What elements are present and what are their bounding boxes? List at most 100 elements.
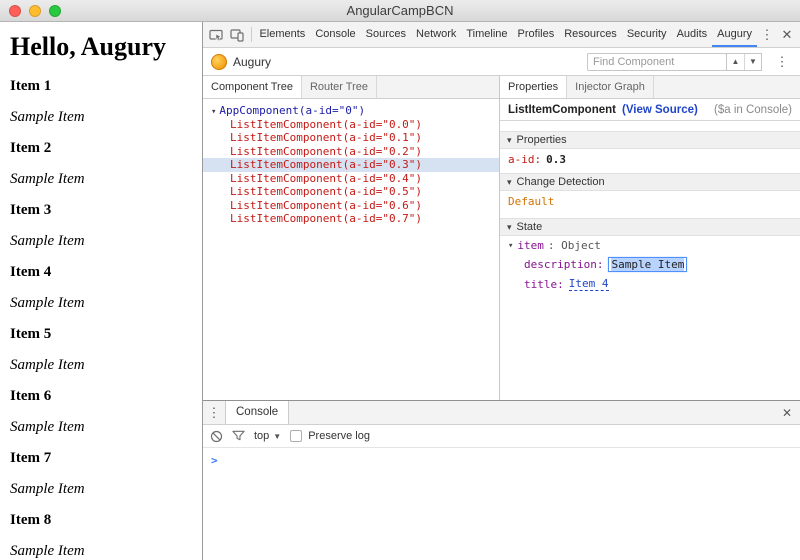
tab-router-tree[interactable]: Router Tree bbox=[302, 76, 378, 98]
tree-node[interactable]: ListItemComponent(a-id="0.1") bbox=[203, 131, 499, 145]
tab-properties[interactable]: Properties bbox=[500, 76, 568, 98]
execution-context-select[interactable]: top ▼ bbox=[254, 430, 281, 442]
component-name: ListItemComponent bbox=[508, 103, 616, 116]
close-drawer-icon[interactable]: ✕ bbox=[774, 401, 800, 424]
state-title-value[interactable]: Item 4 bbox=[568, 277, 609, 291]
tree-node[interactable]: ListItemComponent(a-id="0.7") bbox=[203, 212, 499, 226]
drawer-menu-icon[interactable]: ⋮ bbox=[203, 401, 225, 424]
list-item-description: Sample Item bbox=[10, 543, 85, 559]
list-item: Item 7 Sample Item bbox=[10, 450, 192, 498]
console-toolbar: top ▼ Preserve log bbox=[203, 425, 800, 448]
tab-timeline[interactable]: Timeline bbox=[461, 22, 512, 47]
list-item: Item 3 Sample Item bbox=[10, 202, 192, 250]
tree-node[interactable]: ListItemComponent(a-id="0.4") bbox=[203, 172, 499, 186]
list-item: Item 4 Sample Item bbox=[10, 264, 192, 312]
tab-security[interactable]: Security bbox=[622, 22, 672, 47]
tab-augury[interactable]: Augury bbox=[712, 22, 757, 47]
clear-console-icon[interactable] bbox=[210, 430, 223, 443]
section-label: Change Detection bbox=[516, 176, 605, 188]
zoom-window-button[interactable] bbox=[49, 5, 61, 17]
tab-drawer-console[interactable]: Console bbox=[225, 401, 290, 424]
traffic-lights bbox=[9, 5, 61, 17]
tab-sources[interactable]: Sources bbox=[361, 22, 411, 47]
execution-context-value: top bbox=[254, 430, 270, 442]
collapse-icon: ▾ bbox=[507, 221, 512, 232]
console-prompt[interactable]: > bbox=[203, 451, 800, 470]
state-description-row: description: Sample Item bbox=[500, 254, 800, 274]
close-devtools-icon[interactable]: ✕ bbox=[777, 22, 797, 47]
devtools-tabbar: Elements Console Sources Network Timelin… bbox=[203, 22, 800, 48]
preserve-log-label: Preserve log bbox=[308, 430, 370, 442]
tab-profiles[interactable]: Profiles bbox=[513, 22, 560, 47]
state-object-key: item bbox=[517, 239, 544, 252]
component-tree: ▾ AppComponent(a-id="0") ListItemComponen… bbox=[203, 99, 499, 400]
list-item-title: Item 1 bbox=[10, 78, 52, 94]
list-item-description: Sample Item bbox=[10, 419, 85, 435]
expand-icon[interactable]: ▾ bbox=[211, 107, 216, 117]
section-state[interactable]: ▾ State bbox=[500, 218, 800, 236]
web-page: Hello, Augury Item 1 Sample Item Item 2 Sa… bbox=[0, 22, 203, 560]
prompt-chevron-icon: > bbox=[211, 454, 218, 467]
property-key: a-id: bbox=[508, 153, 542, 166]
description-edit-field[interactable]: Sample Item bbox=[608, 257, 688, 272]
change-detection-value: Default bbox=[508, 195, 555, 208]
state-description-key: description: bbox=[524, 258, 604, 271]
expand-icon[interactable]: ▾ bbox=[508, 241, 513, 251]
device-toolbar-icon[interactable] bbox=[227, 22, 248, 47]
search-next-icon[interactable]: ▼ bbox=[744, 53, 761, 70]
titlebar: AngularCampBCN bbox=[0, 0, 800, 22]
augury-logo-icon bbox=[211, 53, 227, 70]
section-properties[interactable]: ▾ Properties bbox=[500, 131, 800, 149]
tab-audits[interactable]: Audits bbox=[672, 22, 713, 47]
list-item-title: Item 8 bbox=[10, 512, 52, 528]
list-item: Item 1 Sample Item bbox=[10, 78, 192, 126]
list-item-title: Item 2 bbox=[10, 140, 52, 156]
filter-icon[interactable] bbox=[232, 430, 245, 442]
collapse-icon: ▾ bbox=[507, 176, 512, 187]
section-label: State bbox=[516, 221, 543, 233]
tab-network[interactable]: Network bbox=[411, 22, 461, 47]
tab-component-tree[interactable]: Component Tree bbox=[203, 76, 302, 98]
state-object-row[interactable]: ▾ item : Object bbox=[500, 236, 800, 254]
devtools-menu-icon[interactable]: ⋮ bbox=[757, 22, 777, 47]
description-value: Sample Item bbox=[611, 258, 685, 271]
tree-node[interactable]: ListItemComponent(a-id="0.0") bbox=[203, 118, 499, 132]
tab-console[interactable]: Console bbox=[310, 22, 360, 47]
tree-node-label: AppComponent(a-id="0") bbox=[219, 104, 366, 117]
tab-injector-graph[interactable]: Injector Graph bbox=[567, 76, 654, 98]
view-source-link[interactable]: (View Source) bbox=[622, 104, 698, 116]
tree-node-root[interactable]: ▾ AppComponent(a-id="0") bbox=[203, 104, 499, 118]
preserve-log-checkbox[interactable] bbox=[290, 430, 303, 442]
tab-elements[interactable]: Elements bbox=[254, 22, 310, 47]
state-title-key: title: bbox=[524, 277, 564, 291]
component-header: ListItemComponent (View Source) ($a in C… bbox=[500, 99, 800, 121]
minimize-window-button[interactable] bbox=[29, 5, 41, 17]
console-messages: > bbox=[203, 448, 800, 560]
tree-node[interactable]: ListItemComponent(a-id="0.2") bbox=[203, 145, 499, 159]
tree-node[interactable]: ListItemComponent(a-id="0.6") bbox=[203, 199, 499, 213]
find-component-input[interactable] bbox=[587, 52, 727, 71]
tree-node-selected[interactable]: ListItemComponent(a-id="0.3") bbox=[203, 158, 499, 172]
list-item-title: Item 6 bbox=[10, 388, 52, 404]
inspect-element-icon[interactable] bbox=[206, 22, 227, 47]
state-object-type: : Object bbox=[547, 239, 601, 252]
list-item-description: Sample Item bbox=[10, 233, 85, 249]
search-nav-buttons: ▲ ▼ bbox=[726, 52, 762, 71]
list-item: Item 8 Sample Item bbox=[10, 512, 192, 560]
divider bbox=[250, 27, 252, 42]
close-window-button[interactable] bbox=[9, 5, 21, 17]
section-change-detection[interactable]: ▾ Change Detection bbox=[500, 173, 800, 191]
console-hint: ($a in Console) bbox=[714, 103, 792, 116]
tab-resources[interactable]: Resources bbox=[559, 22, 622, 47]
chevron-down-icon: ▼ bbox=[273, 431, 282, 441]
page-title: Hello, Augury bbox=[10, 32, 167, 61]
drawer-tabbar: ⋮ Console ✕ bbox=[203, 401, 800, 425]
section-label: Properties bbox=[516, 134, 567, 146]
search-prev-icon[interactable]: ▲ bbox=[727, 54, 744, 70]
list-item-description: Sample Item bbox=[10, 171, 85, 187]
list-item-title: Item 3 bbox=[10, 202, 52, 218]
augury-label: Augury bbox=[233, 54, 272, 69]
properties-pane: Properties Injector Graph ListItemCompon… bbox=[500, 76, 800, 400]
augury-menu-icon[interactable]: ⋮ bbox=[772, 49, 792, 74]
tree-node[interactable]: ListItemComponent(a-id="0.5") bbox=[203, 185, 499, 199]
